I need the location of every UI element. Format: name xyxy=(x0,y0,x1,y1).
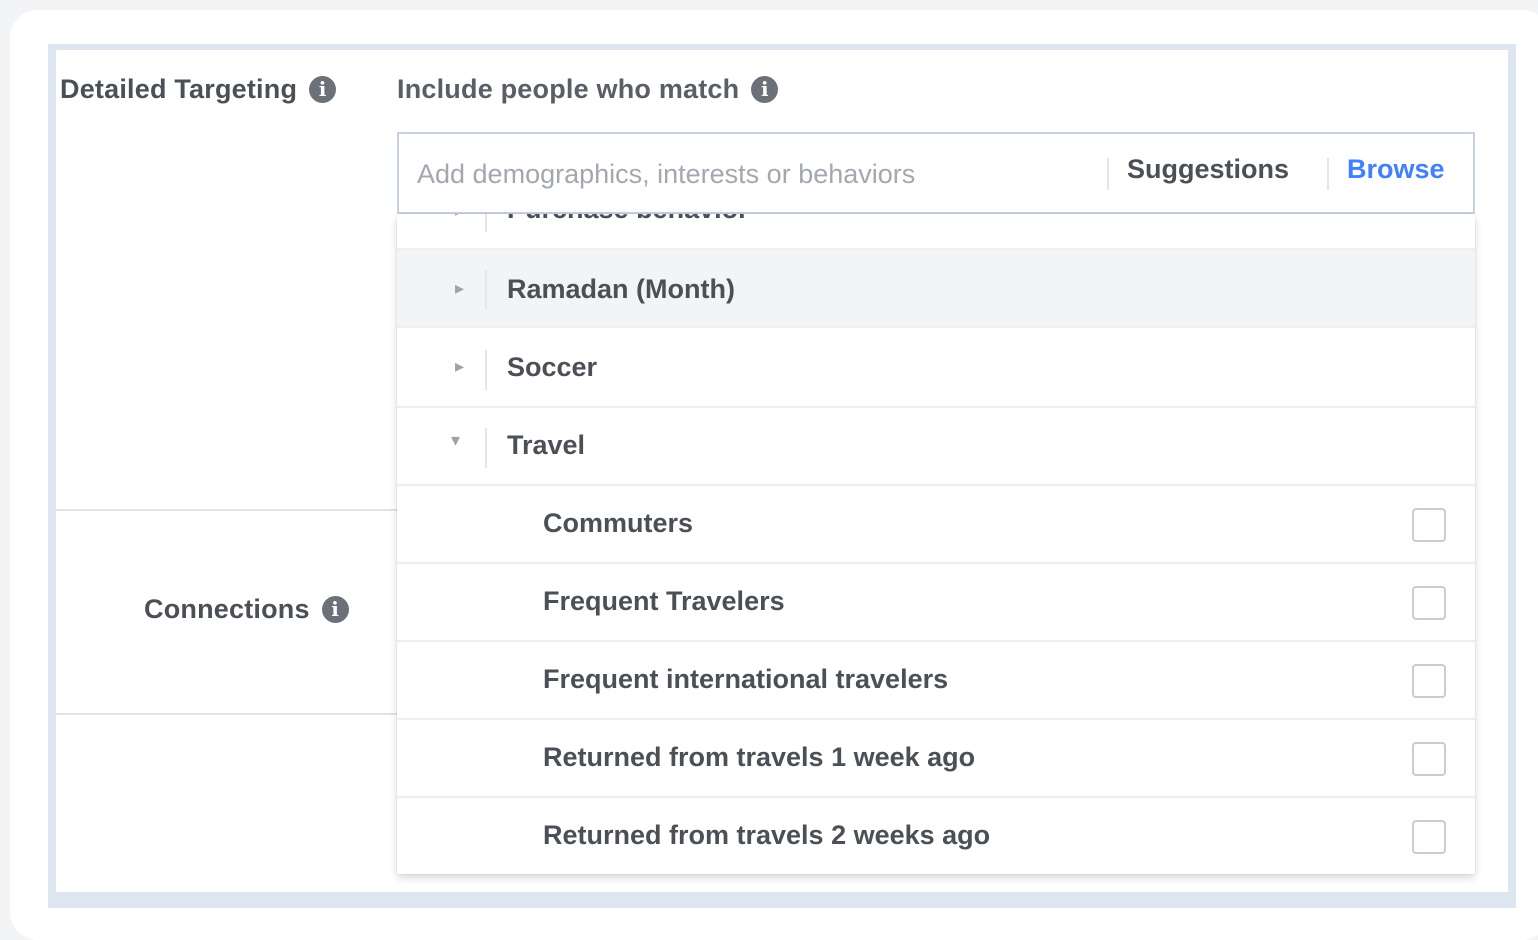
targeting-search-input[interactable] xyxy=(417,154,1097,194)
category-row-travel[interactable]: ▾ Travel xyxy=(397,408,1475,486)
info-icon[interactable]: i xyxy=(751,76,779,103)
separator xyxy=(1327,158,1329,190)
caret-down-icon[interactable]: ▾ xyxy=(451,430,460,451)
list-item-label: Frequent Travelers xyxy=(543,586,785,616)
browse-dropdown[interactable]: ▸ Purchase behavior ▸ Ramadan (Month) ▸ … xyxy=(397,214,1475,874)
section-divider xyxy=(56,509,402,511)
list-item-frequent-travelers[interactable]: Frequent Travelers xyxy=(397,564,1475,642)
category-label: Ramadan (Month) xyxy=(507,274,735,304)
list-item-commuters[interactable]: Commuters xyxy=(397,486,1475,564)
info-icon[interactable]: i xyxy=(309,76,337,103)
checkbox[interactable] xyxy=(1412,820,1446,854)
checkbox[interactable] xyxy=(1412,508,1446,542)
include-label-row: Include people who match i xyxy=(397,74,779,105)
detailed-targeting-label-row: Detailed Targeting i xyxy=(60,74,337,105)
checkbox[interactable] xyxy=(1412,664,1446,698)
checkbox[interactable] xyxy=(1412,586,1446,620)
list-item-label: Commuters xyxy=(543,508,694,538)
separator xyxy=(485,214,487,232)
info-icon[interactable]: i xyxy=(321,596,349,623)
caret-right-icon[interactable]: ▸ xyxy=(455,356,464,377)
separator xyxy=(485,350,487,390)
caret-right-icon[interactable]: ▸ xyxy=(455,278,464,299)
checkbox[interactable] xyxy=(1412,742,1446,776)
list-item-frequent-international-travelers[interactable]: Frequent international travelers xyxy=(397,642,1475,720)
separator xyxy=(485,428,487,468)
list-item-label: Returned from travels 1 week ago xyxy=(543,742,976,772)
list-item-returned-2-weeks[interactable]: Returned from travels 2 weeks ago xyxy=(397,798,1475,874)
suggestions-button[interactable]: Suggestions xyxy=(1127,154,1289,185)
category-label: Travel xyxy=(507,430,586,460)
separator xyxy=(485,270,487,310)
include-label: Include people who match xyxy=(397,74,740,104)
category-label: Soccer xyxy=(507,352,598,382)
separator xyxy=(1107,158,1109,190)
section-divider xyxy=(56,713,402,715)
browse-button[interactable]: Browse xyxy=(1347,154,1445,185)
category-label: Purchase behavior xyxy=(507,214,749,225)
category-row-ramadan[interactable]: ▸ Ramadan (Month) xyxy=(397,250,1475,328)
list-item-returned-1-week[interactable]: Returned from travels 1 week ago xyxy=(397,720,1475,798)
connections-label: Connections xyxy=(144,594,310,624)
list-item-label: Returned from travels 2 weeks ago xyxy=(543,820,991,850)
connections-label-row: Connections i xyxy=(144,594,349,625)
targeting-search-box: Suggestions Browse xyxy=(397,132,1475,214)
category-row-purchase-behavior[interactable]: ▸ Purchase behavior xyxy=(397,214,1475,250)
list-item-label: Frequent international travelers xyxy=(543,664,949,694)
category-row-soccer[interactable]: ▸ Soccer xyxy=(397,330,1475,408)
caret-right-icon[interactable]: ▸ xyxy=(455,214,464,221)
detailed-targeting-label: Detailed Targeting xyxy=(60,74,298,104)
